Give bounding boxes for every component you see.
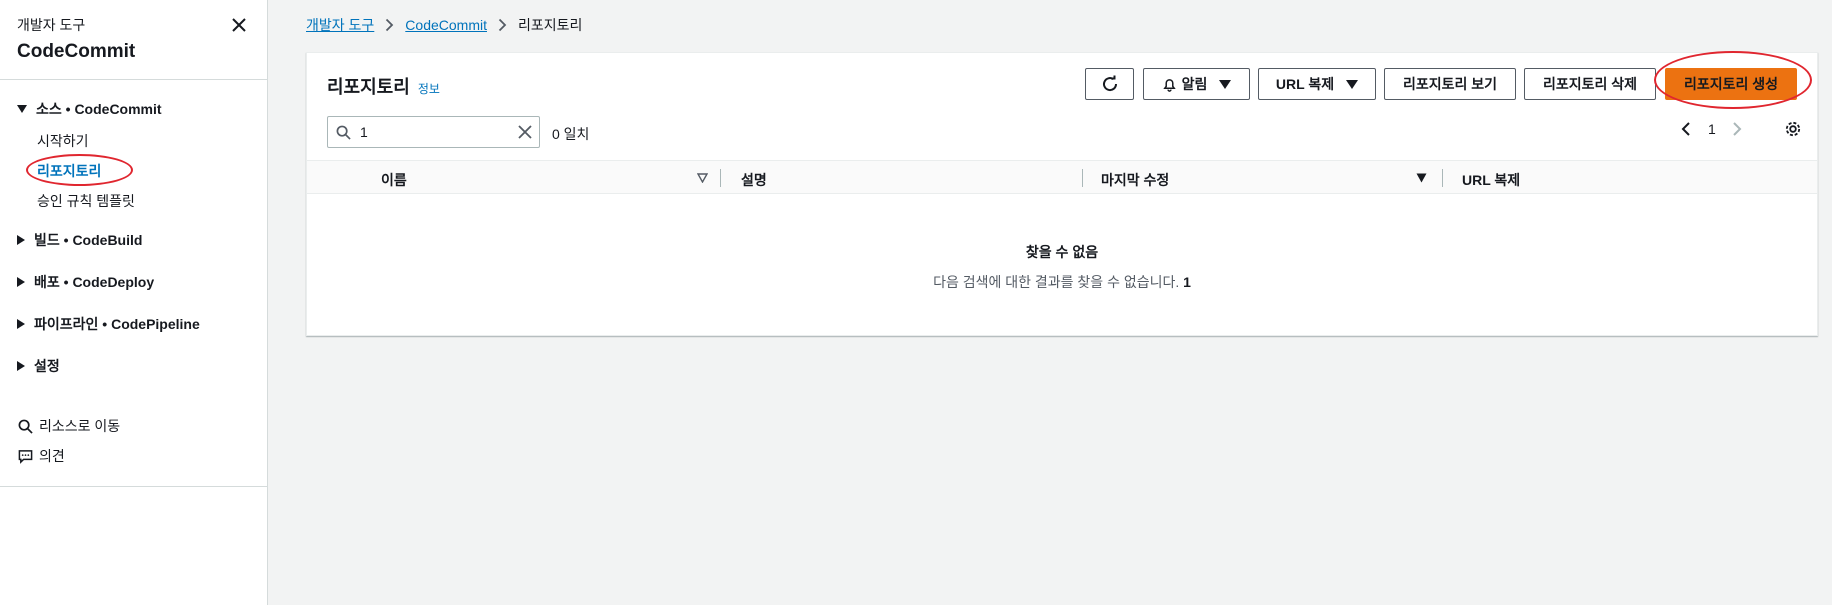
breadcrumb-current: 리포지토리 (518, 17, 583, 33)
view-repository-button[interactable]: 리포지토리 보기 (1384, 68, 1516, 100)
section-label: 빌드 • CodeBuild (34, 232, 143, 248)
breadcrumb-codecommit[interactable]: CodeCommit (405, 17, 487, 33)
button-label: 리포지토리 생성 (1683, 76, 1779, 92)
sidebar-section-source[interactable]: 소스 • CodeCommit (17, 99, 162, 119)
sidebar-section-build[interactable]: 빌드 • CodeBuild (17, 230, 142, 250)
settings-icon[interactable] (1784, 120, 1802, 138)
refresh-button[interactable] (1085, 68, 1134, 100)
column-header-description[interactable]: 설명 (741, 170, 767, 190)
sort-desc-icon[interactable] (1416, 173, 1427, 183)
go-to-resource-link[interactable]: 리소스로 이동 (18, 416, 120, 436)
sidebar-item-repositories[interactable]: 리포지토리 (37, 161, 101, 181)
divider (0, 79, 267, 80)
breadcrumb-developer-tools[interactable]: 개발자 도구 (306, 15, 374, 35)
feedback-link[interactable]: 의견 (18, 446, 65, 466)
divider (0, 486, 267, 487)
sidebar-subtitle: 개발자 도구 (17, 17, 86, 33)
search-value: 1 (360, 124, 368, 140)
empty-state-description: 다음 검색에 대한 결과를 찾을 수 없습니다. 1 (307, 272, 1817, 292)
sidebar-title[interactable]: CodeCommit (17, 41, 135, 63)
sidebar-header: 개발자 도구 CodeCommit (17, 15, 135, 63)
column-header-last-modified[interactable]: 마지막 수정 (1101, 170, 1169, 190)
info-link[interactable]: 정보 (418, 80, 440, 97)
caret-right-icon (17, 235, 25, 245)
side-navigation: 개발자 도구 CodeCommit 소스 • CodeCommit 시작하기 리… (0, 0, 268, 605)
search-input[interactable]: 1 (327, 116, 540, 148)
column-divider (1082, 169, 1083, 187)
refresh-icon (1102, 75, 1117, 92)
empty-state-title: 찾을 수 없음 (1025, 244, 1099, 260)
column-divider (720, 169, 721, 187)
chevron-right-icon (498, 18, 507, 32)
delete-repository-button[interactable]: 리포지토리 삭제 (1524, 68, 1656, 100)
link-label: 리소스로 이동 (39, 418, 121, 434)
close-icon[interactable] (229, 15, 249, 35)
section-label: 설정 (34, 358, 60, 374)
button-label: 알림 (1181, 76, 1208, 92)
button-label: 리포지토리 삭제 (1542, 76, 1638, 92)
caret-right-icon (17, 319, 25, 329)
chevron-left-icon[interactable] (1681, 121, 1691, 137)
panel-title: 리포지토리 (327, 77, 410, 97)
clear-icon[interactable] (517, 124, 533, 140)
breadcrumb: 개발자 도구 CodeCommit 리포지토리 (306, 15, 582, 35)
panel-header: 리포지토리 정보 (327, 73, 440, 99)
sidebar-section-settings[interactable]: 설정 (17, 356, 60, 376)
table-header: 이름 설명 마지막 수정 URL 복제 (307, 160, 1817, 194)
sidebar-section-pipeline[interactable]: 파이프라인 • CodePipeline (17, 314, 200, 334)
section-label: 소스 • CodeCommit (36, 101, 162, 117)
button-label: URL 복제 (1275, 76, 1335, 92)
sort-icon[interactable] (697, 173, 708, 183)
chevron-right-icon[interactable] (1732, 121, 1742, 137)
sidebar-item-getting-started[interactable]: 시작하기 (37, 131, 89, 151)
caret-right-icon (17, 361, 25, 371)
link-label: 의견 (39, 448, 65, 464)
notify-dropdown-button[interactable]: 알림 (1143, 68, 1250, 100)
column-header-name[interactable]: 이름 (381, 170, 407, 190)
caret-down-icon (1219, 79, 1232, 89)
clone-url-dropdown-button[interactable]: URL 복제 (1258, 68, 1376, 100)
sidebar-section-deploy[interactable]: 배포 • CodeDeploy (17, 272, 154, 292)
empty-desc-query: 1 (1183, 274, 1191, 290)
create-repository-button[interactable]: 리포지토리 생성 (1665, 68, 1797, 100)
caret-down-icon (1346, 79, 1359, 89)
chevron-right-icon (385, 18, 394, 32)
feedback-icon (18, 449, 33, 464)
bell-icon (1162, 78, 1176, 92)
repositories-panel: 리포지토리 정보 알림 URL 복제 리포지토리 보기 리포지토리 삭제 리포지… (306, 51, 1818, 336)
column-divider (1442, 169, 1443, 187)
search-icon (336, 125, 351, 140)
search-icon (18, 419, 33, 434)
caret-right-icon (17, 277, 25, 287)
empty-desc-text: 다음 검색에 대한 결과를 찾을 수 없습니다. (933, 274, 1180, 290)
section-label: 파이프라인 • CodePipeline (34, 316, 200, 332)
pagination: 1 (1681, 121, 1742, 137)
column-header-clone-url[interactable]: URL 복제 (1462, 170, 1520, 190)
section-label: 배포 • CodeDeploy (34, 274, 155, 290)
button-label: 리포지토리 보기 (1402, 76, 1498, 92)
caret-down-icon (17, 105, 27, 113)
sidebar-item-approval-templates[interactable]: 승인 규칙 템플릿 (37, 191, 135, 211)
page-number[interactable]: 1 (1708, 121, 1716, 137)
match-count: 0 일치 (552, 126, 590, 142)
